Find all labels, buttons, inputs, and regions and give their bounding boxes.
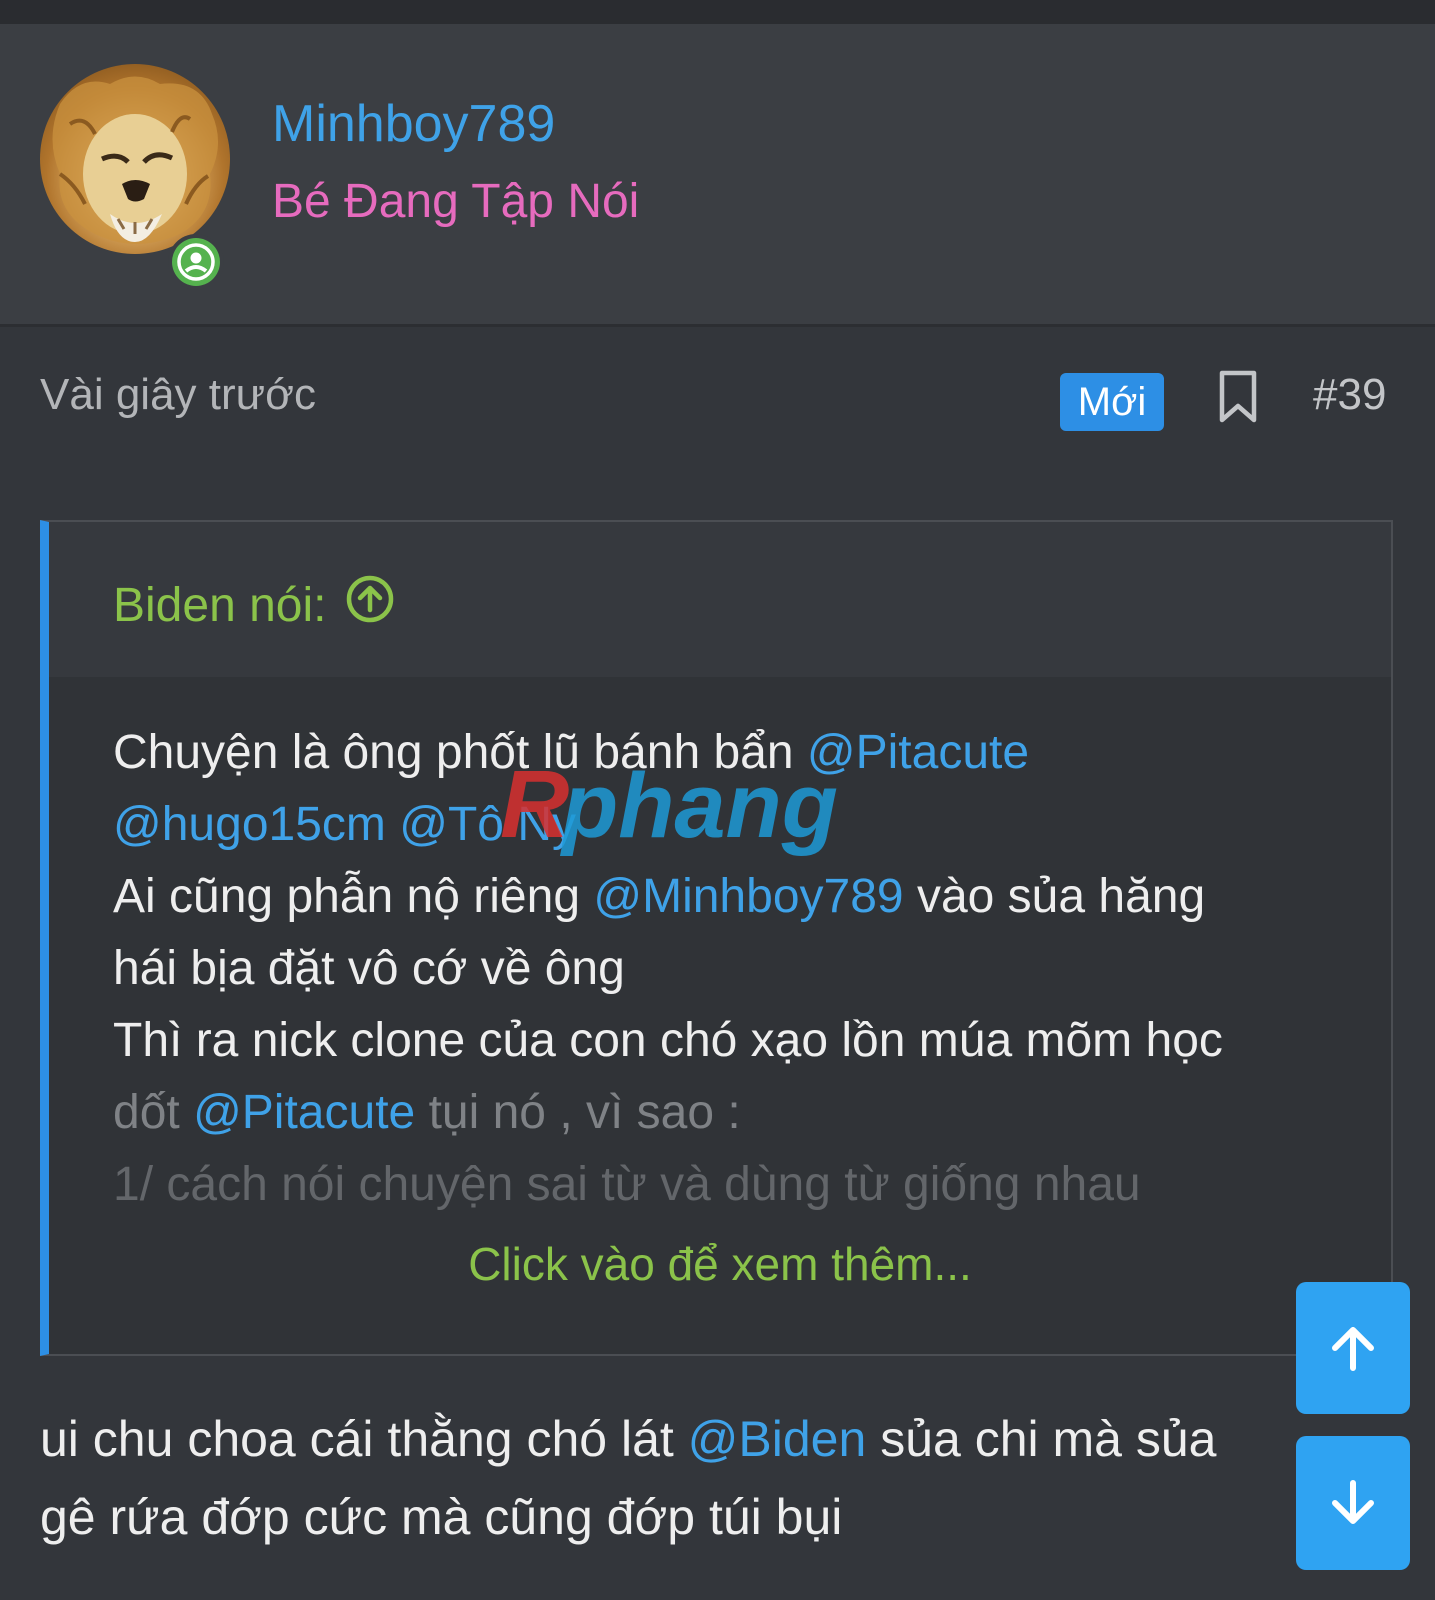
scroll-down-button[interactable] xyxy=(1296,1436,1410,1570)
quote-line: 1/ cách nói chuyện sai từ và dùng từ giố… xyxy=(113,1149,1343,1221)
quote-text: Thì ra nick clone của con chó xạo lồn mú… xyxy=(113,1014,1223,1067)
lion-avatar-image xyxy=(52,76,219,244)
quote-text: dốt xyxy=(113,1086,194,1139)
quote-header: Biden nói: xyxy=(49,522,1391,677)
quote-line: Thì ra nick clone của con chó xạo lồn mú… xyxy=(113,1005,1343,1077)
mention-link[interactable]: @hugo15cm xyxy=(113,798,386,851)
quote-text: 1/ cách nói chuyện sai từ và dùng từ giố… xyxy=(113,1158,1141,1211)
post-meta-bar: Vài giây trước Mới #39 xyxy=(0,330,1435,450)
svg-text:R: R xyxy=(500,755,569,858)
quote-author[interactable]: Biden nói: xyxy=(113,574,395,636)
quote-text: Ai cũng phẫn nộ riêng xyxy=(113,870,594,923)
mention-link[interactable]: @Minhboy789 xyxy=(593,870,903,923)
post-number-link[interactable]: #39 xyxy=(1313,370,1386,420)
quote-author-label: Biden nói: xyxy=(113,578,327,632)
top-bar xyxy=(0,0,1435,24)
post-author-header: Minhboy789 Bé Đang Tập Nói xyxy=(0,24,1435,327)
scroll-up-button[interactable] xyxy=(1296,1282,1410,1414)
quote-line: Ai cũng phẫn nộ riêng @Minhboy789 vào sủ… xyxy=(113,861,1343,933)
post-line: gê rứa đớp cức mà cũng đớp túi bụi xyxy=(40,1489,843,1545)
post-timestamp[interactable]: Vài giây trước xyxy=(40,370,316,420)
user-title: Bé Đang Tập Nói xyxy=(272,175,640,228)
post-text: ui chu choa cái thằng chó lát xyxy=(40,1411,688,1467)
quote-text: hái bịa đặt vô cớ về ông xyxy=(113,942,625,995)
quote-line: dốt @Pitacute tụi nó , vì sao : xyxy=(113,1077,1343,1149)
quote-text: vào sủa hăng xyxy=(903,870,1206,923)
expand-quote-link[interactable]: Click vào để xem thêm... xyxy=(49,1237,1391,1291)
username-link[interactable]: Minhboy789 xyxy=(272,94,555,154)
arrow-up-circle-icon[interactable] xyxy=(345,574,395,636)
mention-link[interactable]: @Biden xyxy=(688,1411,867,1467)
quote-line: hái bịa đặt vô cớ về ông xyxy=(113,933,1343,1005)
quote-block: Biden nói: Chuyện là ông phốt lũ bánh bẩ… xyxy=(40,520,1393,1356)
watermark-logo: R phang xyxy=(500,755,838,858)
post-message: ui chu choa cái thằng chó lát @Biden sủa… xyxy=(40,1400,1340,1556)
arrow-down-icon xyxy=(1332,1480,1374,1524)
quote-text: tụi nó , vì sao : xyxy=(415,1086,741,1139)
avatar[interactable] xyxy=(40,64,230,254)
post-text: sủa chi mà sủa xyxy=(866,1411,1217,1467)
post-line: ui chu choa cái thằng chó lát @Biden sủa… xyxy=(40,1400,1340,1478)
user-online-icon xyxy=(177,243,215,281)
mention-link[interactable]: @Pitacute xyxy=(193,1086,415,1139)
bookmark-icon[interactable] xyxy=(1218,370,1258,429)
arrow-up-icon xyxy=(1332,1327,1374,1371)
online-status-badge xyxy=(168,234,224,290)
new-badge: Mới xyxy=(1060,373,1164,431)
svg-text:phang: phang xyxy=(559,755,838,857)
